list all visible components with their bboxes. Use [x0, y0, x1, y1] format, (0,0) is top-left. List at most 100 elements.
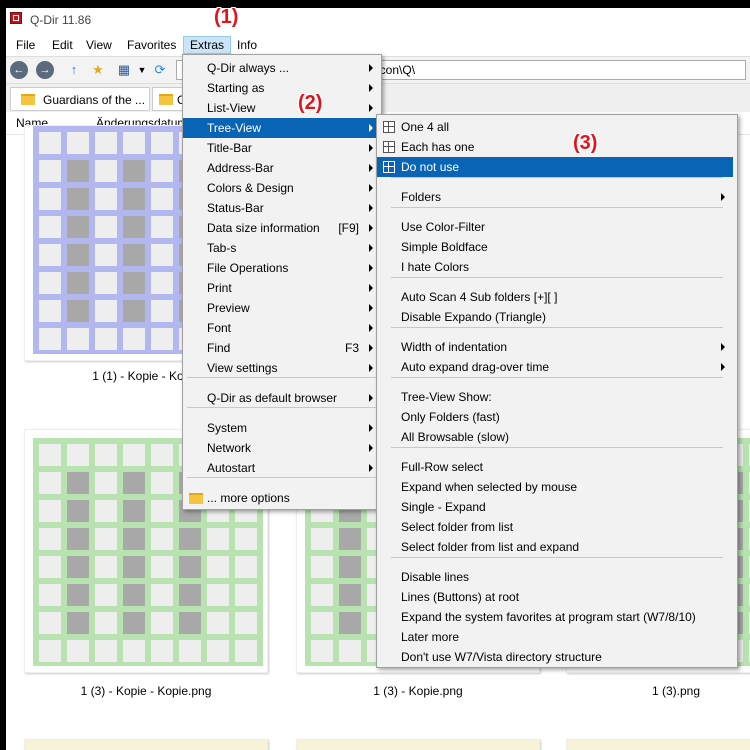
tree-menu-item-disable-lines[interactable]: Disable lines: [377, 567, 733, 587]
preview-cell: [339, 528, 361, 550]
menu-item-view-settings[interactable]: View settings: [183, 358, 381, 378]
menu-item-label: Single - Expand: [401, 500, 486, 514]
menu-item-tab-s[interactable]: Tab-s: [183, 238, 381, 258]
tree-menu-item-expand-when-selected-by-mouse[interactable]: Expand when selected by mouse: [377, 477, 733, 497]
refresh-icon[interactable]: ⟳: [152, 62, 168, 78]
menu-item-shortcut: [F9]: [338, 221, 359, 235]
menu-item-file-operations[interactable]: File Operations: [183, 258, 381, 278]
tree-menu-item-single-expand[interactable]: Single - Expand: [377, 497, 733, 517]
tree-menu-item-later-more[interactable]: Later more: [377, 627, 733, 647]
menu-item-label: Each has one: [401, 140, 475, 154]
tree-menu-item-select-folder-from-list[interactable]: Select folder from list: [377, 517, 733, 537]
new-folder-icon[interactable]: ★: [90, 62, 106, 78]
preview-cell: [235, 640, 257, 662]
menu-item-font[interactable]: Font: [183, 318, 381, 338]
menu-file[interactable]: File: [10, 36, 41, 54]
file-thumbnail[interactable]: [24, 739, 268, 750]
file-thumbnail[interactable]: [296, 739, 540, 750]
menu-item-title-bar[interactable]: Title-Bar: [183, 138, 381, 158]
annotation-2: (2): [298, 92, 323, 114]
tree-menu-item-simple-boldface[interactable]: Simple Boldface: [377, 237, 733, 257]
menu-item-label: Lines (Buttons) at root: [401, 590, 520, 604]
preview-cell: [311, 556, 333, 578]
menu-info[interactable]: Info: [231, 36, 263, 54]
tree-menu-item-lines-buttons-at-root[interactable]: Lines (Buttons) at root: [377, 587, 733, 607]
menu-item-network[interactable]: Network: [183, 438, 381, 458]
view-mode-icon[interactable]: ▦: [116, 62, 132, 78]
tree-menu-item-each-has-one[interactable]: Each has one: [377, 137, 733, 157]
tree-menu-item-i-hate-colors[interactable]: I hate Colors: [377, 257, 733, 277]
tree-menu-item-width-of-indentation[interactable]: Width of indentation: [377, 337, 733, 357]
tab-guardians[interactable]: Guardians of the ...: [10, 87, 150, 111]
tree-menu-item-expand-the-system-favorites-at-program-start-w7-8-10[interactable]: Expand the system favorites at program s…: [377, 607, 733, 627]
menu-item-shortcut: F3: [344, 341, 359, 355]
preview-cell: [151, 584, 173, 606]
tree-menu-item-disable-expando-triangle[interactable]: Disable Expando (Triangle): [377, 307, 733, 327]
preview-cell: [95, 640, 117, 662]
tree-menu-item-tree-view-show[interactable]: Tree-View Show:: [377, 387, 733, 407]
tree-menu-item-select-folder-from-list-and-expand[interactable]: Select folder from list and expand: [377, 537, 733, 557]
back-icon[interactable]: ←: [10, 61, 28, 79]
preview-cell: [123, 132, 145, 154]
menu-item-q-dir-always[interactable]: Q-Dir always ...: [183, 58, 381, 78]
menu-item-data-size-information[interactable]: Data size information [F9]: [183, 218, 381, 238]
menu-item-label: Disable Expando (Triangle): [401, 310, 546, 324]
preview-cell: [95, 556, 117, 578]
menu-extras[interactable]: Extras: [183, 36, 232, 54]
preview-cell: [39, 300, 61, 322]
menu-item-label: Font: [207, 321, 232, 335]
chevron-down-icon[interactable]: ▼: [134, 62, 150, 78]
menu-item-more-options[interactable]: ... more options: [183, 488, 381, 508]
menu-item-system[interactable]: System: [183, 418, 381, 438]
tree-menu-item-do-not-use[interactable]: Do not use: [377, 157, 733, 177]
submenu-arrow-icon: [369, 284, 373, 292]
up-folder-icon[interactable]: ↑: [66, 62, 82, 78]
preview-cell: [95, 188, 117, 210]
tree-menu-item-one-4-all[interactable]: One 4 all: [377, 117, 733, 137]
file-caption[interactable]: 1 (3).png: [626, 684, 726, 698]
menu-item-list-view[interactable]: List-View: [183, 98, 381, 118]
menu-item-label: View settings: [207, 361, 278, 375]
menu-item-preview[interactable]: Preview: [183, 298, 381, 318]
preview-cell: [39, 328, 61, 350]
submenu-arrow-icon: [369, 344, 373, 352]
menu-edit[interactable]: Edit: [46, 36, 79, 54]
menu-item-label: Simple Boldface: [401, 240, 488, 254]
menu-item-q-dir-as-default-browser[interactable]: Q-Dir as default browser: [183, 388, 381, 408]
preview-cell: [67, 216, 89, 238]
menu-item-label: Expand the system favorites at program s…: [401, 610, 696, 624]
tree-menu-item-folders[interactable]: Folders: [377, 187, 733, 207]
menu-item-label: Q-Dir always ...: [207, 61, 290, 75]
file-caption[interactable]: 1 (3) - Kopie.png: [296, 684, 540, 698]
preview-cell: [207, 612, 229, 634]
tree-menu-item-all-browsable-slow[interactable]: All Browsable (slow): [377, 427, 733, 447]
preview-cell: [67, 188, 89, 210]
tree-menu-item-only-folders-fast[interactable]: Only Folders (fast): [377, 407, 733, 427]
preview-cell: [151, 444, 173, 466]
preview-cell: [179, 640, 201, 662]
tree-menu-item-auto-expand-drag-over-time[interactable]: Auto expand drag-over time: [377, 357, 733, 377]
tree-menu-item-don-t-use-w7-vista-directory-structure[interactable]: Don't use W7/Vista directory structure: [377, 647, 733, 667]
file-thumbnail[interactable]: [566, 739, 750, 750]
menu-item-colors-design[interactable]: Colors & Design: [183, 178, 381, 198]
preview-cell: [39, 160, 61, 182]
menu-item-tree-view[interactable]: Tree-View: [183, 118, 381, 138]
menu-item-starting-as[interactable]: Starting as: [183, 78, 381, 98]
tree-menu-item-full-row-select[interactable]: Full-Row select: [377, 457, 733, 477]
file-caption[interactable]: 1 (3) - Kopie - Kopie.png: [24, 684, 268, 698]
menu-item-find[interactable]: Find F3: [183, 338, 381, 358]
tree-menu-item-auto-scan-4-sub-folders[interactable]: Auto Scan 4 Sub folders [+][ ]: [377, 287, 733, 307]
menu-item-autostart[interactable]: Autostart: [183, 458, 381, 478]
preview-cell: [123, 640, 145, 662]
menu-view[interactable]: View: [80, 36, 118, 54]
tree-menu-item-use-color-filter[interactable]: Use Color-Filter: [377, 217, 733, 237]
menu-item-print[interactable]: Print: [183, 278, 381, 298]
menu-favorites[interactable]: Favorites: [121, 36, 182, 54]
preview-cell: [151, 328, 173, 350]
menu-item-address-bar[interactable]: Address-Bar: [183, 158, 381, 178]
menu-separator: [391, 177, 723, 178]
preview-cell: [339, 556, 361, 578]
preview-cell: [39, 188, 61, 210]
forward-icon[interactable]: →: [36, 61, 54, 79]
menu-item-status-bar[interactable]: Status-Bar: [183, 198, 381, 218]
